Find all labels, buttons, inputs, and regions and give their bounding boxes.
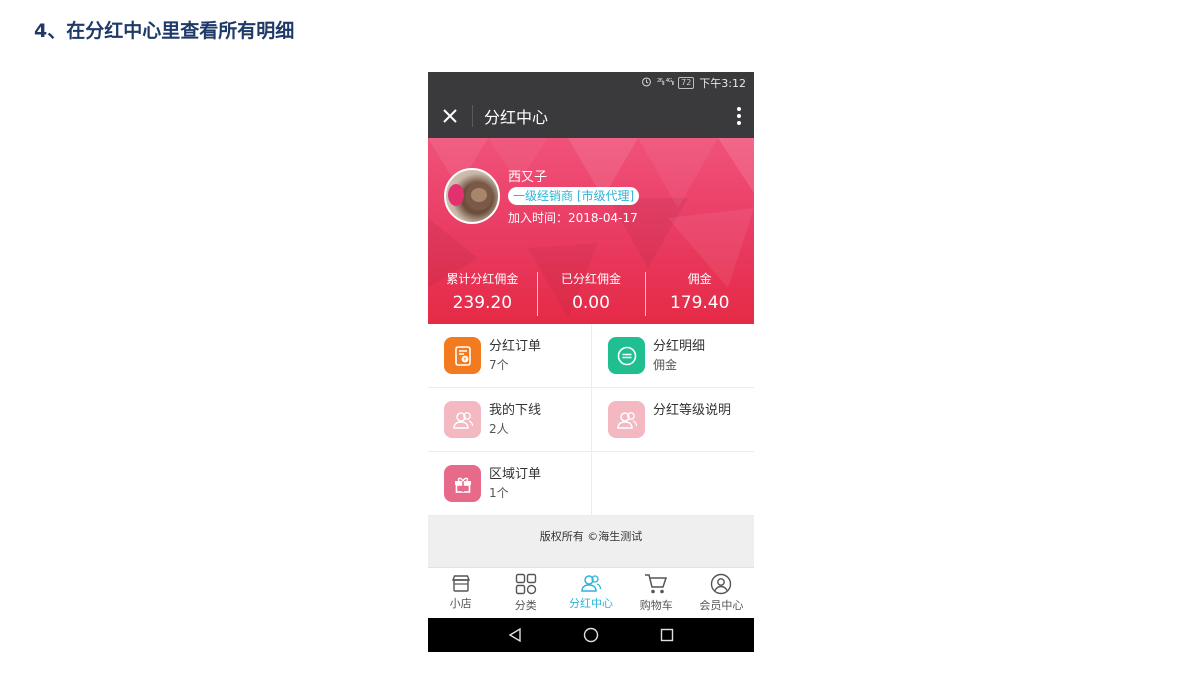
recents-square-icon[interactable] bbox=[660, 628, 674, 642]
tab-label: 会员中心 bbox=[699, 599, 744, 612]
phone-screen: ²⁶ᵢₗₗ ⁴ᴳᵢₗₗ 72 下午3:12 分红中心 西又子 一级经销商 [市级… bbox=[428, 72, 754, 652]
menu-dividend-details[interactable]: 分红明细 佣金 bbox=[591, 324, 754, 388]
tab-dividend-center[interactable]: 分红中心 bbox=[558, 568, 623, 618]
stat-value: 239.20 bbox=[452, 293, 513, 313]
menu-title: 分红等级说明 bbox=[653, 403, 732, 418]
menu-my-downline[interactable]: 我的下线 2人 bbox=[428, 388, 591, 452]
close-button[interactable] bbox=[428, 94, 472, 138]
join-date-row: 加入时间：2018-04-17 bbox=[508, 209, 638, 226]
users-icon bbox=[608, 401, 645, 438]
menu-subtitle: 1个 bbox=[489, 486, 509, 500]
stat-label: 累计分红佣金 bbox=[446, 272, 519, 286]
menu-grid: ¥ 分红订单 7个 分红明细 佣金 我的下线 2人 分红等级说明 区域订单 1个 bbox=[428, 324, 754, 516]
copyright-text: 版权所有 ©海生测试 bbox=[428, 516, 754, 567]
page-title: 分红中心 bbox=[484, 108, 549, 127]
list-icon bbox=[608, 337, 645, 374]
cart-icon bbox=[645, 574, 668, 594]
stat-value: 179.40 bbox=[669, 293, 730, 313]
gift-icon bbox=[444, 465, 481, 502]
tab-category[interactable]: 分类 bbox=[493, 568, 558, 618]
svg-text:¥: ¥ bbox=[463, 357, 466, 363]
slide-title: 4、在分红中心里查看所有明细 bbox=[34, 20, 295, 42]
more-button[interactable] bbox=[724, 94, 754, 138]
stat-total-commission: 累计分红佣金 239.20 bbox=[428, 268, 537, 324]
signal-indicator: ²⁶ᵢₗₗ ⁴ᴳᵢₗₗ bbox=[656, 78, 674, 88]
tab-label: 分红中心 bbox=[569, 597, 613, 610]
menu-empty-cell bbox=[591, 452, 754, 516]
alarm-icon bbox=[641, 76, 652, 90]
tab-cart[interactable]: 购物车 bbox=[624, 568, 689, 618]
tab-label: 小店 bbox=[449, 597, 472, 610]
close-icon bbox=[443, 109, 457, 123]
users-icon bbox=[581, 575, 602, 592]
status-bar: ²⁶ᵢₗₗ ⁴ᴳᵢₗₗ 72 下午3:12 bbox=[428, 72, 754, 94]
user-level-badge: 一级经销商 [市级代理] bbox=[508, 187, 640, 205]
menu-subtitle: 7个 bbox=[489, 358, 509, 372]
more-vertical-icon bbox=[737, 107, 741, 125]
user-name: 西又子 bbox=[508, 170, 548, 185]
member-icon bbox=[711, 573, 732, 595]
menu-subtitle: 佣金 bbox=[653, 358, 678, 372]
menu-dividend-orders[interactable]: ¥ 分红订单 7个 bbox=[428, 324, 591, 388]
battery-indicator: 72 bbox=[678, 77, 695, 89]
menu-level-description[interactable]: 分红等级说明 bbox=[591, 388, 754, 452]
tab-bar: 小店 分类 分红中心 购物车 会员中心 bbox=[428, 567, 754, 618]
menu-title: 分红明细 bbox=[653, 339, 706, 354]
stat-label: 佣金 bbox=[687, 272, 712, 286]
nav-bar: 分红中心 bbox=[428, 94, 754, 138]
commission-stats: 累计分红佣金 239.20 已分红佣金 0.00 佣金 179.40 bbox=[428, 268, 754, 324]
clock: 下午3:12 bbox=[699, 77, 746, 90]
menu-title: 区域订单 bbox=[489, 467, 542, 482]
stat-paid-commission: 已分红佣金 0.00 bbox=[536, 268, 646, 324]
stat-label: 已分红佣金 bbox=[561, 272, 622, 286]
join-date: 2018-04-17 bbox=[568, 211, 638, 225]
tab-label: 购物车 bbox=[639, 599, 673, 612]
stat-commission: 佣金 179.40 bbox=[645, 268, 754, 324]
nav-divider bbox=[472, 105, 473, 127]
back-triangle-icon[interactable] bbox=[508, 628, 522, 642]
profile-banner: 西又子 一级经销商 [市级代理] 加入时间：2018-04-17 累计分红佣金 … bbox=[428, 138, 754, 324]
avatar[interactable] bbox=[444, 168, 500, 224]
tab-label: 分类 bbox=[514, 599, 537, 612]
system-nav-bar bbox=[428, 618, 754, 652]
shop-icon bbox=[451, 575, 470, 592]
home-circle-icon[interactable] bbox=[583, 627, 599, 643]
tab-member-center[interactable]: 会员中心 bbox=[689, 568, 754, 618]
join-label: 加入时间： bbox=[508, 211, 569, 225]
receipt-icon: ¥ bbox=[444, 337, 481, 374]
menu-title: 我的下线 bbox=[489, 403, 542, 418]
users-icon bbox=[444, 401, 481, 438]
menu-subtitle: 2人 bbox=[489, 422, 509, 436]
category-icon bbox=[515, 573, 536, 595]
stat-value: 0.00 bbox=[572, 293, 610, 313]
menu-title: 分红订单 bbox=[489, 339, 542, 354]
tab-shop[interactable]: 小店 bbox=[428, 568, 493, 618]
menu-regional-orders[interactable]: 区域订单 1个 bbox=[428, 452, 591, 516]
